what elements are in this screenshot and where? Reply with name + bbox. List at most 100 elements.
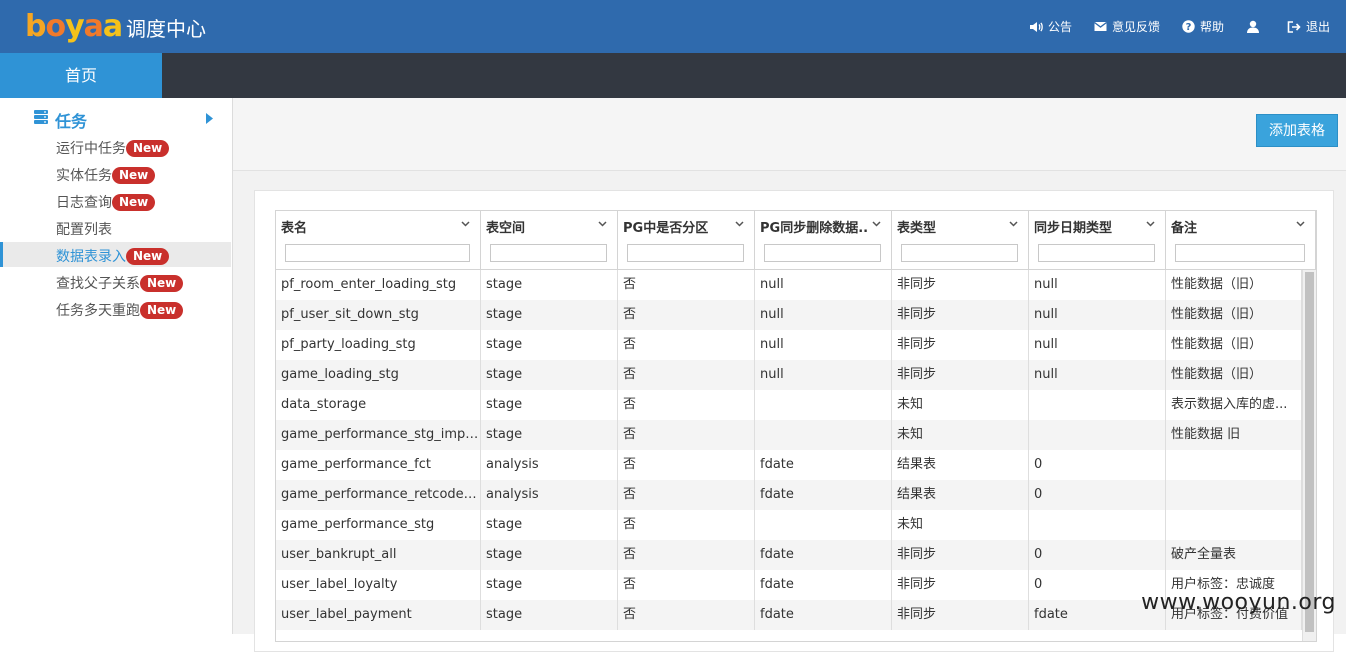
column-filter-input[interactable] [764, 244, 881, 262]
table-cell: stage [481, 570, 618, 600]
chevron-down-icon[interactable] [735, 221, 744, 227]
table-row[interactable]: game_performance_retcode_f... analysis 否 fd… [276, 480, 1302, 510]
content-toolbar: 添加表格 [233, 98, 1346, 171]
table-cell: stage [481, 540, 618, 570]
column-header-label: PG中是否分区 [623, 221, 709, 236]
table-cell: 否 [618, 540, 755, 570]
column-header-label: 表类型 [897, 221, 937, 236]
column-header-6[interactable]: 同步日期类型 [1029, 211, 1166, 269]
nav-announcement[interactable]: 公告 [1029, 18, 1072, 35]
sidebar-item-text: 任务多天重跑 [56, 303, 140, 319]
sidebar-item-7[interactable]: 任务多天重跑 New [0, 296, 231, 321]
table-cell: 否 [618, 300, 755, 330]
table-cell: pf_party_loading_stg [276, 330, 481, 360]
tab-home[interactable]: 首页 [0, 53, 162, 98]
table-cell: 性能数据（旧） [1166, 330, 1302, 360]
table-cell: fdate [755, 450, 892, 480]
column-filter-input[interactable] [490, 244, 607, 262]
table-cell: 非同步 [892, 330, 1029, 360]
logo-letter: o [45, 9, 66, 44]
nav-announcement-label: 公告 [1047, 20, 1072, 34]
table-cell: stage [481, 330, 618, 360]
table-cell [755, 390, 892, 420]
table-row[interactable]: game_loading_stg stage 否 null 非同步 null 性能数据（旧） [276, 360, 1302, 390]
table-cell: 非同步 [892, 270, 1029, 300]
chevron-down-icon[interactable] [598, 221, 607, 227]
logo-letter: a [102, 9, 123, 44]
column-header-1[interactable]: 表名 [276, 211, 481, 269]
user-icon [1246, 20, 1259, 33]
brand-logo[interactable]: boyaa [25, 9, 123, 44]
nav-user[interactable] [1246, 20, 1265, 34]
table-cell [1166, 450, 1302, 480]
table-row[interactable]: pf_party_loading_stg stage 否 null 非同步 null 性能数… [276, 330, 1302, 360]
chevron-down-icon[interactable] [1296, 221, 1305, 227]
sidebar-group-tasks[interactable]: 任务 [0, 104, 232, 132]
table-cell: null [755, 270, 892, 300]
column-header-5[interactable]: 表类型 [892, 211, 1029, 269]
logout-icon [1287, 20, 1301, 33]
grid-scrollbar[interactable] [1302, 270, 1316, 641]
sidebar-item-text: 实体任务 [56, 168, 112, 184]
table-cell: 性能数据 旧 [1166, 420, 1302, 450]
sidebar-item-1[interactable]: 运行中任务 New [0, 134, 231, 159]
table-cell: stage [481, 390, 618, 420]
sidebar-item-5[interactable]: 数据表录入 New [0, 242, 231, 267]
new-badge: New [112, 194, 156, 211]
column-header-2[interactable]: 表空间 [481, 211, 618, 269]
sidebar-item-2[interactable]: 实体任务 New [0, 161, 231, 186]
new-badge: New [126, 248, 170, 265]
sidebar-item-text: 日志查询 [56, 195, 112, 211]
sidebar-item-label: 实体任务 New [56, 165, 156, 185]
new-badge: New [140, 275, 184, 292]
chevron-down-icon[interactable] [461, 221, 470, 227]
table-cell: null [1029, 270, 1166, 300]
nav-logout[interactable]: 退出 [1287, 18, 1330, 35]
table-cell: user_label_payment [276, 600, 481, 630]
chevron-down-icon[interactable] [1009, 221, 1018, 227]
chevron-down-icon[interactable] [1146, 221, 1155, 227]
table-row[interactable]: pf_room_enter_loading_stg stage 否 null 非同步 nu… [276, 270, 1302, 300]
scrollbar-thumb[interactable] [1305, 272, 1314, 632]
column-filter-input[interactable] [285, 244, 470, 262]
table-row[interactable]: pf_user_sit_down_stg stage 否 null 非同步 null 性能数… [276, 300, 1302, 330]
table-cell: stage [481, 510, 618, 540]
logo-letter: y [65, 9, 85, 44]
table-cell: pf_room_enter_loading_stg [276, 270, 481, 300]
column-header-4[interactable]: PG同步删除数据... [755, 211, 892, 269]
table-cell: game_performance_fct [276, 450, 481, 480]
table-row[interactable]: game_performance_stg_impo... stage 否 未知 性能数据… [276, 420, 1302, 450]
column-filter-input[interactable] [1038, 244, 1155, 262]
table-row[interactable]: game_performance_stg stage 否 未知 [276, 510, 1302, 540]
sidebar-item-label: 运行中任务 New [56, 138, 170, 158]
table-cell: 未知 [892, 510, 1029, 540]
table-cell: 否 [618, 270, 755, 300]
table-row[interactable]: game_performance_fct analysis 否 fdate 结果表 0 [276, 450, 1302, 480]
add-table-button[interactable]: 添加表格 [1256, 114, 1338, 147]
sidebar-item-3[interactable]: 日志查询 New [0, 188, 231, 213]
new-badge: New [126, 140, 170, 157]
column-filter-input[interactable] [1175, 244, 1305, 262]
sidebar-item-text: 查找父子关系 [56, 276, 140, 292]
table-row[interactable]: data_storage stage 否 未知 表示数据入库的虚... [276, 390, 1302, 420]
nav-feedback[interactable]: 意见反馈 [1094, 18, 1160, 35]
speaker-icon [1029, 21, 1043, 32]
table-cell: analysis [481, 480, 618, 510]
chevron-down-icon[interactable] [872, 221, 881, 227]
watermark: www.wooyun.org [1141, 590, 1336, 615]
table-cell: fdate [755, 600, 892, 630]
sidebar-item-6[interactable]: 查找父子关系 New [0, 269, 231, 294]
table-row[interactable]: user_bankrupt_all stage 否 fdate 非同步 0 破产全量表 [276, 540, 1302, 570]
column-filter-input[interactable] [627, 244, 744, 262]
nav-help[interactable]: ? 帮助 [1182, 18, 1224, 35]
column-header-7[interactable]: 备注 [1166, 211, 1316, 269]
envelope-icon [1094, 21, 1107, 31]
table-cell: analysis [481, 450, 618, 480]
grid-header: 表名 表空间 PG中是否分区 PG同步删除数据... 表类型 同步日期类型 备注 [276, 211, 1316, 270]
column-filter-input[interactable] [901, 244, 1018, 262]
column-header-3[interactable]: PG中是否分区 [618, 211, 755, 269]
table-cell: game_performance_stg [276, 510, 481, 540]
table-cell: 0 [1029, 450, 1166, 480]
table-cell: 否 [618, 450, 755, 480]
sidebar-item-4[interactable]: 配置列表 [0, 215, 231, 240]
